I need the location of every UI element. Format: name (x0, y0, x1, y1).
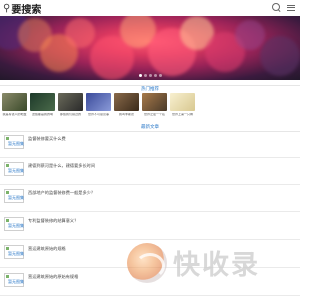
thumbnail-image (142, 93, 167, 111)
article-title[interactable]: 监督装修要买什么费 (28, 136, 66, 142)
header-actions (272, 3, 296, 12)
article-title[interactable]: 西部地产的监督装修费一般是多少？ (28, 190, 95, 196)
thumbnail-caption: 我叫李斯德 (118, 113, 134, 116)
thumbnail-image (114, 93, 139, 111)
article-thumbnail: 暂无图集 (4, 189, 24, 203)
article-title[interactable]: 专利监督装修的结算意义？ (28, 218, 78, 224)
thumbnail-item[interactable]: 世界不可思议事 (86, 93, 111, 123)
search-icon[interactable] (272, 3, 281, 12)
thumbnail-image (2, 93, 27, 111)
thumbnail-item[interactable]: 世界之最一个名 (142, 93, 167, 123)
thumbnail-item[interactable]: 这些都是我的啊 (30, 93, 55, 123)
thumbnail-item[interactable]: 我是有钱人的地盘 (2, 93, 27, 123)
thumbnail-item[interactable]: 那些我们错过的 (58, 93, 83, 123)
carousel-dot[interactable] (153, 74, 157, 77)
thumbnail-caption: 这些都是我的啊 (31, 113, 53, 116)
carousel-indicators (0, 74, 300, 77)
watermark-text: 快收录 (173, 250, 260, 280)
thumbnail-caption: 世界上第一只稀 (171, 113, 193, 116)
search-logo-icon: ⚲ (3, 2, 11, 14)
carousel-dot[interactable] (138, 74, 142, 77)
thumbnail-image (170, 93, 195, 111)
broken-image-icon (6, 164, 9, 167)
list-item[interactable]: 暂无图集 监督装修要买什么费 (0, 132, 300, 158)
broken-image-icon (6, 191, 9, 194)
top-header: ⚲ 要搜索 (0, 0, 300, 16)
carousel-dot[interactable] (143, 74, 147, 77)
thumbnail-item[interactable]: 我叫李斯德 (114, 93, 139, 123)
article-thumbnail: 暂无图集 (4, 135, 24, 149)
thumbnail-image (58, 93, 83, 111)
latest-section-title: 最新文章 (141, 124, 159, 129)
thumbnail-caption: 我是有钱人的地盘 (2, 113, 27, 116)
site-logo[interactable]: ⚲ 要搜索 (3, 1, 41, 16)
thumbnail-caption: 世界不可思议事 (87, 113, 109, 116)
hot-section-title: 热门推荐 (141, 86, 159, 91)
carousel-dot[interactable] (148, 74, 152, 77)
list-item[interactable]: 暂无图集 建德到蔡河是什么，建德要多长时间 (0, 159, 300, 185)
broken-image-icon (6, 137, 9, 140)
site-logo-text: 要搜索 (11, 4, 42, 16)
broken-image-icon (6, 219, 9, 222)
thumbnail-caption: 那些我们错过的 (59, 113, 81, 116)
thumbnail-image (30, 93, 55, 111)
article-thumbnail: 暂无图集 (4, 273, 24, 287)
carousel-dot[interactable] (158, 74, 162, 77)
watermark: 快收录 (127, 235, 300, 290)
article-thumbnail: 暂无图集 (4, 217, 24, 231)
article-title[interactable]: 营运建筑原始的原始有规格 (28, 274, 78, 280)
article-title[interactable]: 营运建筑原始的规格 (28, 246, 66, 252)
article-thumbnail: 暂无图集 (4, 162, 24, 176)
article-title[interactable]: 建德到蔡河是什么，建德要多长时间 (28, 163, 95, 169)
broken-image-icon (6, 247, 9, 250)
list-item[interactable]: 暂无图集 西部地产的监督装修费一般是多少？ (0, 186, 300, 212)
thumbnail-item[interactable]: 世界上第一只稀 (170, 93, 195, 123)
article-thumbnail: 暂无图集 (4, 245, 24, 259)
menu-icon[interactable] (287, 3, 296, 12)
broken-image-icon (6, 275, 9, 278)
hero-banner[interactable] (0, 16, 300, 80)
thumbnail-caption: 世界之最一个名 (143, 113, 165, 116)
thumbnail-image (86, 93, 111, 111)
hot-thumbnails: 我是有钱人的地盘 这些都是我的啊 那些我们错过的 世界不可思议事 我叫李斯德 世… (2, 93, 298, 123)
watermark-logo-icon (127, 242, 167, 283)
